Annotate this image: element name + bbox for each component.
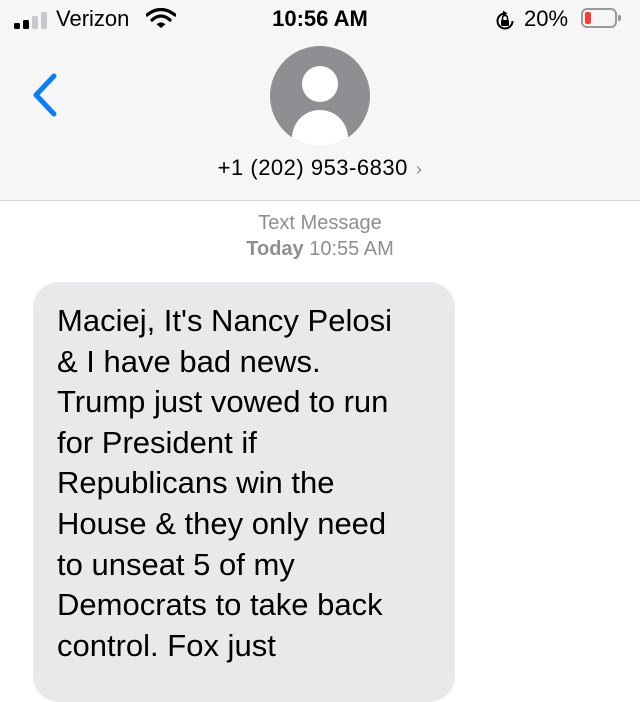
timestamp-time: 10:55 AM — [309, 238, 394, 260]
avatar-head — [302, 66, 338, 102]
contact-avatar[interactable] — [270, 46, 370, 146]
back-button[interactable] — [26, 68, 66, 124]
battery-cap — [618, 15, 621, 21]
service-label: Text Message — [258, 212, 382, 234]
chevron-left-icon — [33, 73, 57, 117]
message-timestamp: Today 10:55 AM — [0, 238, 640, 261]
contact-details-button[interactable]: +1 (202) 953-6830 › — [0, 155, 640, 181]
incoming-message-bubble[interactable]: Maciej, It's Nancy Pelosi & I have bad n… — [33, 282, 455, 702]
avatar-shoulders — [292, 110, 348, 146]
contact-number: +1 (202) 953-6830 — [217, 155, 408, 180]
timestamp-day: Today — [246, 238, 304, 260]
battery-level — [585, 12, 591, 24]
conversation-header: Verizon 10:56 AM 20% +1 (202) 953-6830 › — [0, 0, 640, 201]
battery-percent: 20% — [524, 6, 569, 31]
battery-icon — [581, 8, 621, 28]
orientation-lock-icon — [496, 10, 514, 30]
status-bar: Verizon 10:56 AM 20% — [0, 0, 640, 40]
chevron-right-icon: › — [415, 159, 423, 179]
